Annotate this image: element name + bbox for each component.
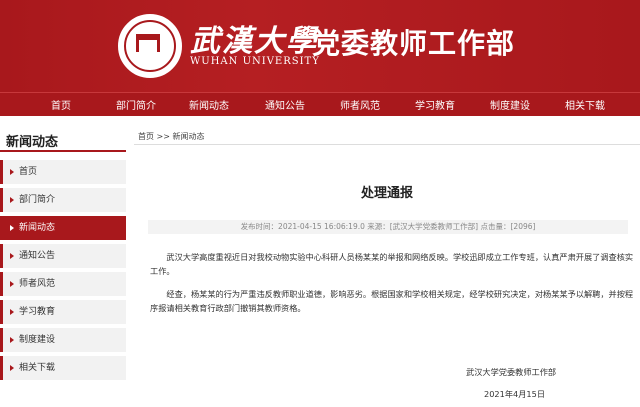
site-header: 武漢大學 WUHAN UNIVERSITY 党委教师工作部 bbox=[0, 0, 640, 92]
nav-item-downloads[interactable]: 相关下载 bbox=[565, 97, 605, 112]
university-name-english: WUHAN UNIVERSITY bbox=[190, 56, 320, 67]
content-divider bbox=[134, 144, 640, 145]
sidebar-item-notices[interactable]: 通知公告 bbox=[0, 244, 126, 268]
sidebar-item-teachers[interactable]: 师者风范 bbox=[0, 272, 126, 296]
article-date: 2021年4月15日 bbox=[484, 389, 546, 399]
sidebar-item-label: 师者风范 bbox=[19, 279, 56, 289]
sidebar-item-home[interactable]: 首页 bbox=[0, 160, 126, 184]
sidebar-item-news[interactable]: 新闻动态 bbox=[0, 216, 126, 240]
sidebar-item-about[interactable]: 部门简介 bbox=[0, 188, 126, 212]
article-paragraph-1: 武汉大学高度重视近日对我校动物实验中心科研人员杨某某的举报和网络反映。学校迅即成… bbox=[150, 252, 634, 276]
sidebar-item-label: 首页 bbox=[19, 167, 38, 177]
arrow-right-icon bbox=[10, 281, 14, 287]
sidebar-divider bbox=[0, 150, 126, 152]
department-title: 党委教师工作部 bbox=[312, 27, 516, 60]
arrow-right-icon bbox=[10, 309, 14, 315]
sidebar-item-downloads[interactable]: 相关下载 bbox=[0, 356, 126, 380]
sidebar-item-label: 部门简介 bbox=[19, 195, 56, 205]
arrow-right-icon bbox=[10, 337, 14, 343]
sidebar-item-label: 新闻动态 bbox=[19, 223, 56, 233]
sidebar-item-label: 学习教育 bbox=[19, 307, 56, 317]
article-title: 处理通报 bbox=[360, 186, 413, 201]
nav-item-teachers[interactable]: 师者风范 bbox=[340, 97, 380, 112]
university-name-calligraphy[interactable]: 武漢大學 bbox=[190, 16, 318, 60]
arrow-right-icon bbox=[10, 253, 14, 259]
arrow-right-icon bbox=[10, 225, 14, 231]
sidebar-item-rules[interactable]: 制度建设 bbox=[0, 328, 126, 352]
nav-item-news[interactable]: 新闻动态 bbox=[189, 97, 229, 112]
arrow-right-icon bbox=[10, 365, 14, 371]
nav-item-study[interactable]: 学习教育 bbox=[415, 97, 455, 112]
university-seal-logo[interactable] bbox=[118, 14, 182, 78]
sidebar-item-label: 制度建设 bbox=[19, 335, 56, 345]
nav-item-notices[interactable]: 通知公告 bbox=[265, 97, 305, 112]
nav-item-rules[interactable]: 制度建设 bbox=[490, 97, 530, 112]
arrow-right-icon bbox=[10, 169, 14, 175]
article-signature: 武汉大学党委教师工作部 bbox=[466, 367, 557, 377]
nav-item-about[interactable]: 部门简介 bbox=[116, 97, 156, 112]
arrow-right-icon bbox=[10, 197, 14, 203]
article-meta: 发布时间：2021-04-15 16:06:19.0 来源：[武汉大学党委教师工… bbox=[148, 220, 628, 234]
breadcrumb[interactable]: 首页 >> 新闻动态 bbox=[138, 131, 205, 142]
sidebar-item-study[interactable]: 学习教育 bbox=[0, 300, 126, 324]
sidebar-item-label: 通知公告 bbox=[19, 251, 56, 261]
sidebar-item-label: 相关下载 bbox=[19, 363, 56, 373]
article-paragraph-2: 经查，杨某某的行为严重违反教师职业道德，影响恶劣。根据国家和学校相关规定，经学校… bbox=[150, 289, 634, 313]
sidebar-title: 新闻动态 bbox=[6, 135, 59, 150]
nav-item-home[interactable]: 首页 bbox=[51, 97, 71, 112]
seal-building-icon bbox=[136, 34, 160, 52]
main-nav: 首页 部门简介 新闻动态 通知公告 师者风范 学习教育 制度建设 相关下载 bbox=[0, 92, 640, 116]
